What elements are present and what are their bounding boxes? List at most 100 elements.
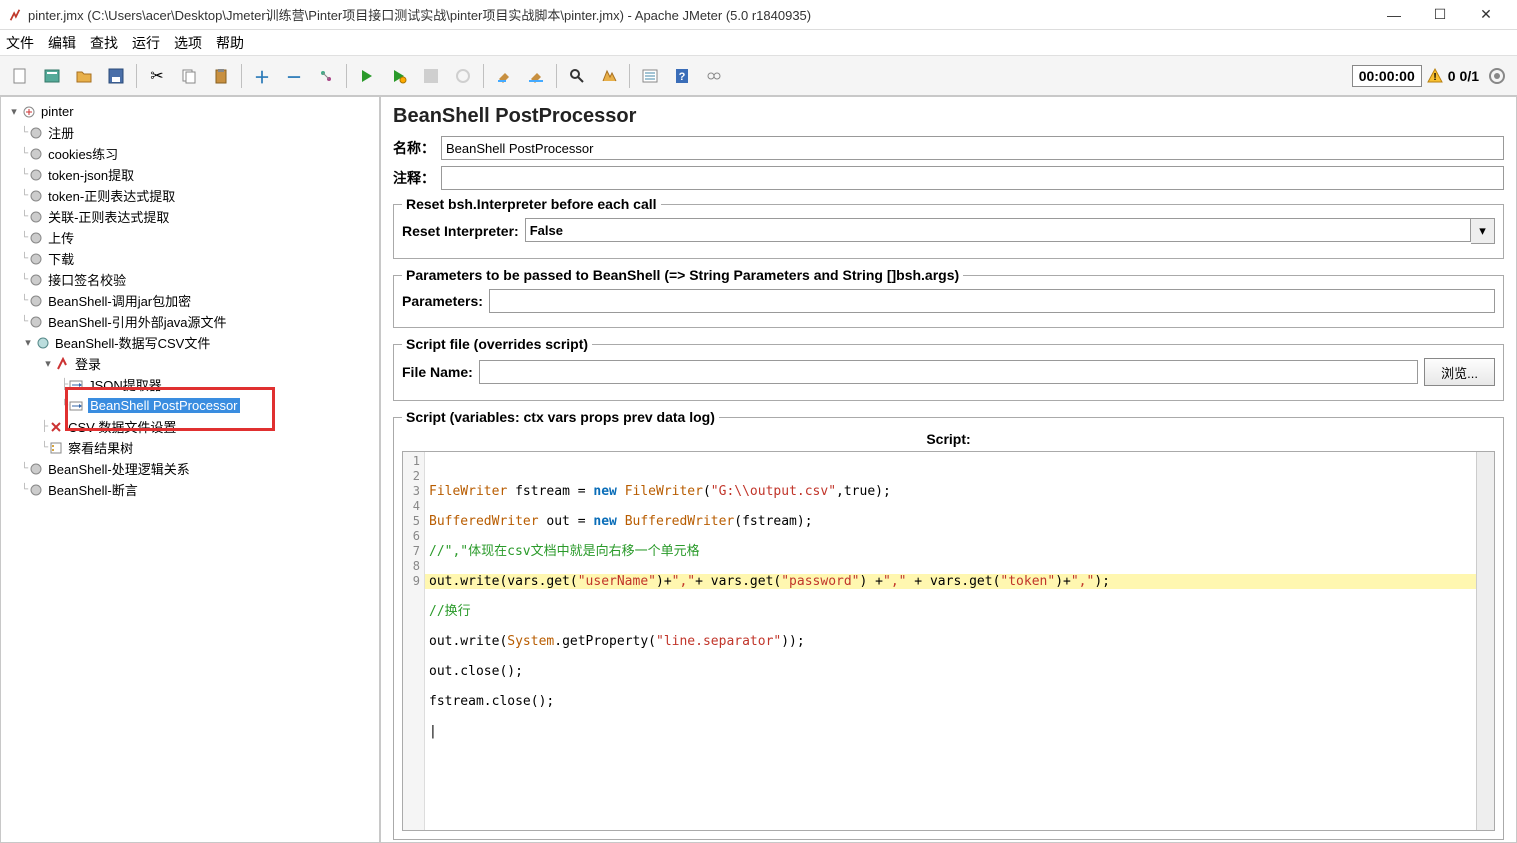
- main-area: ▾ pinter └注册 └cookies练习 └token-json提取 └t…: [0, 96, 1517, 843]
- tree-label: cookies练习: [48, 144, 118, 163]
- tree-item[interactable]: └关联-正则表达式提取: [1, 206, 379, 227]
- toolbar-separator: [556, 64, 557, 88]
- parameters-input[interactable]: [489, 289, 1495, 313]
- tree-label: pinter: [41, 104, 74, 119]
- tree-item-login[interactable]: ▾登录: [1, 353, 379, 374]
- tree-label: 关联-正则表达式提取: [48, 207, 169, 226]
- code-content[interactable]: FileWriter fstream = new FileWriter("G:\…: [425, 452, 1476, 830]
- menu-help[interactable]: 帮助: [216, 33, 244, 53]
- reset-fieldset: Reset bsh.Interpreter before each call R…: [393, 196, 1504, 259]
- tree-item-view-results[interactable]: └察看结果树: [1, 437, 379, 458]
- tree-item-beanshell-pp[interactable]: └BeanShell PostProcessor: [1, 395, 379, 416]
- paste-icon[interactable]: [207, 62, 235, 90]
- help-icon[interactable]: ?: [668, 62, 696, 90]
- expand-icon[interactable]: ＋: [248, 62, 276, 90]
- chevron-down-icon[interactable]: ▾: [1471, 218, 1495, 244]
- reset-combo[interactable]: ▾: [525, 218, 1495, 244]
- tree-item[interactable]: └cookies练习: [1, 143, 379, 164]
- menu-run[interactable]: 运行: [132, 33, 160, 53]
- tree-label: JSON提取器: [88, 375, 162, 394]
- filename-input[interactable]: [479, 360, 1418, 384]
- function-helper-icon[interactable]: [636, 62, 664, 90]
- minimize-button[interactable]: —: [1371, 0, 1417, 30]
- tree-item-expanded[interactable]: ▾BeanShell-数据写CSV文件: [1, 332, 379, 353]
- tree-item-json-extractor[interactable]: ├JSON提取器: [1, 374, 379, 395]
- browse-button[interactable]: 浏览...: [1424, 358, 1495, 386]
- tree-label: BeanShell-处理逻辑关系: [48, 459, 190, 478]
- toggle-icon[interactable]: [312, 62, 340, 90]
- menu-search[interactable]: 查找: [90, 33, 118, 53]
- test-plan-tree[interactable]: ▾ pinter └注册 └cookies练习 └token-json提取 └t…: [0, 96, 380, 843]
- tree-label: 察看结果树: [68, 438, 133, 457]
- comment-input[interactable]: [441, 166, 1504, 190]
- tree-label: 注册: [48, 123, 74, 142]
- tree-item[interactable]: └BeanShell-调用jar包加密: [1, 290, 379, 311]
- tree-item[interactable]: └下载: [1, 248, 379, 269]
- menu-file[interactable]: 文件: [6, 33, 34, 53]
- app-icon: [8, 8, 22, 22]
- menu-options[interactable]: 选项: [174, 33, 202, 53]
- warning-icon: !: [1426, 67, 1444, 85]
- parameters-legend: Parameters to be passed to BeanShell (=>…: [402, 267, 963, 283]
- svg-text:!: !: [1433, 72, 1436, 83]
- tree-item[interactable]: └token-正则表达式提取: [1, 185, 379, 206]
- scriptfile-legend: Script file (overrides script): [402, 336, 592, 352]
- tree-item[interactable]: └接口签名校验: [1, 269, 379, 290]
- script-legend: Script (variables: ctx vars props prev d…: [402, 409, 719, 425]
- tree-item[interactable]: └token-json提取: [1, 164, 379, 185]
- clear-all-icon[interactable]: [522, 62, 550, 90]
- menu-edit[interactable]: 编辑: [48, 33, 76, 53]
- window-titlebar: pinter.jmx (C:\Users\acer\Desktop\Jmeter…: [0, 0, 1517, 30]
- window-title: pinter.jmx (C:\Users\acer\Desktop\Jmeter…: [28, 5, 1371, 24]
- open-icon[interactable]: [70, 62, 98, 90]
- templates-icon[interactable]: [38, 62, 66, 90]
- tree-item[interactable]: └BeanShell-处理逻辑关系: [1, 458, 379, 479]
- toolbar-separator: [346, 64, 347, 88]
- name-input[interactable]: [441, 136, 1504, 160]
- toolbar: ✂ ＋ － ? 00:00:00 ! 0 0/1: [0, 56, 1517, 96]
- tree-item-csv-config[interactable]: ├CSV 数据文件设置: [1, 416, 379, 437]
- tree-label: BeanShell-引用外部java源文件: [48, 312, 226, 331]
- menubar: 文件 编辑 查找 运行 选项 帮助: [0, 30, 1517, 56]
- tree-label: BeanShell-调用jar包加密: [48, 291, 191, 310]
- maximize-button[interactable]: ☐: [1417, 0, 1463, 30]
- tree-label: CSV 数据文件设置: [68, 417, 176, 436]
- warning-indicator[interactable]: ! 0: [1426, 67, 1456, 85]
- tree-item[interactable]: └BeanShell-断言: [1, 479, 379, 500]
- copy-icon[interactable]: [175, 62, 203, 90]
- script-editor[interactable]: 123456789 FileWriter fstream = new FileW…: [402, 451, 1495, 831]
- tree-root[interactable]: ▾ pinter: [1, 101, 379, 122]
- cut-icon[interactable]: ✂: [143, 62, 171, 90]
- comment-label: 注释：: [393, 168, 435, 188]
- shutdown-icon[interactable]: [449, 62, 477, 90]
- reset-value[interactable]: [525, 218, 1471, 242]
- save-icon[interactable]: [102, 62, 130, 90]
- tree-label: BeanShell-断言: [48, 480, 138, 499]
- toolbar-separator: [629, 64, 630, 88]
- tree-label: token-json提取: [48, 165, 134, 184]
- new-icon[interactable]: [6, 62, 34, 90]
- tree-item[interactable]: └注册: [1, 122, 379, 143]
- tree-label: 上传: [48, 228, 74, 247]
- close-button[interactable]: ✕: [1463, 0, 1509, 30]
- element-editor: BeanShell PostProcessor 名称： 注释： Reset bs…: [380, 96, 1517, 843]
- vertical-scrollbar[interactable]: [1476, 452, 1494, 830]
- svg-text:?: ?: [679, 71, 686, 83]
- tree-item[interactable]: └上传: [1, 227, 379, 248]
- collapse-icon[interactable]: －: [280, 62, 308, 90]
- tree-label: BeanShell PostProcessor: [88, 398, 239, 413]
- dev-icon[interactable]: [700, 62, 728, 90]
- start-icon[interactable]: [353, 62, 381, 90]
- script-header: Script:: [402, 431, 1495, 447]
- tree-label: 接口签名校验: [48, 270, 126, 289]
- tree-item[interactable]: └BeanShell-引用外部java源文件: [1, 311, 379, 332]
- toolbar-separator: [136, 64, 137, 88]
- stop-icon[interactable]: [417, 62, 445, 90]
- search-icon[interactable]: [563, 62, 591, 90]
- start-no-timers-icon[interactable]: [385, 62, 413, 90]
- reset-label: Reset Interpreter:: [402, 223, 519, 239]
- clear-icon[interactable]: [490, 62, 518, 90]
- reset-search-icon[interactable]: [595, 62, 623, 90]
- tree-label: token-正则表达式提取: [48, 186, 175, 205]
- tree-label: BeanShell-数据写CSV文件: [55, 333, 210, 352]
